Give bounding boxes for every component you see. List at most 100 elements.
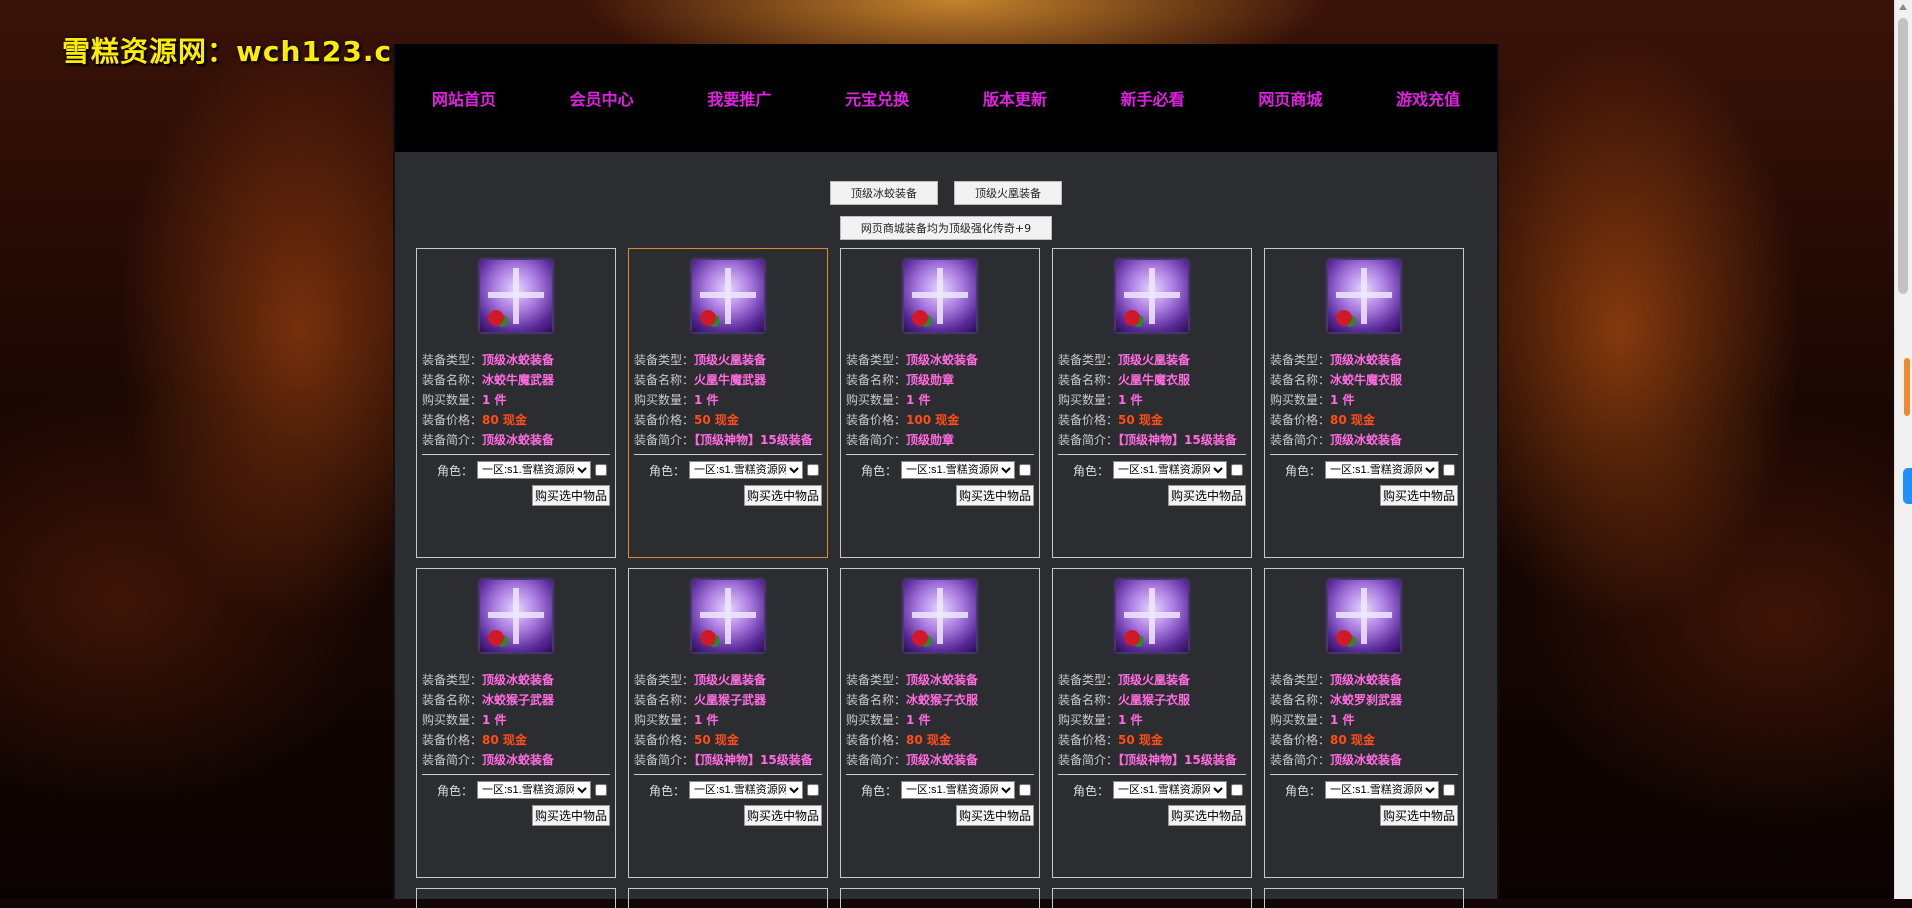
buy-selected-button[interactable]: 购买选中物品 bbox=[1167, 805, 1246, 826]
item-price-value: 50 现金 bbox=[1118, 413, 1163, 427]
item-name-row: 装备名称：冰蛟猴子衣服 bbox=[846, 690, 1039, 710]
item-price-row: 装备价格：80 现金 bbox=[1270, 410, 1463, 430]
gift-box-icon bbox=[1116, 580, 1188, 652]
item-desc-label: 装备简介： bbox=[422, 753, 483, 767]
divider bbox=[1270, 454, 1458, 455]
role-select[interactable]: 一区:s1.雪糕资源网 bbox=[901, 461, 1015, 479]
item-card: 装备类型：顶级火凰装备 装备名称：火凰牛魔武器 购买数量：1 件装备价格：50 现金… bbox=[628, 248, 828, 558]
nav-beginner-guide[interactable]: 新手必看 bbox=[1084, 86, 1222, 110]
tab-ice-dragon[interactable]: 顶级冰蛟装备 bbox=[830, 181, 938, 205]
select-checkbox[interactable] bbox=[1231, 464, 1243, 476]
item-qty-value: 1 件 bbox=[906, 393, 931, 407]
select-checkbox[interactable] bbox=[595, 464, 607, 476]
item-card: 装备类型：顶级火凰装备 装备名称：火凰猴子衣服 购买数量：1 件装备价格：50 现金… bbox=[1052, 568, 1252, 878]
divider bbox=[422, 454, 610, 455]
role-select[interactable]: 一区:s1.雪糕资源网 bbox=[689, 461, 803, 479]
role-select[interactable]: 一区:s1.雪糕资源网 bbox=[1113, 781, 1227, 799]
item-type-row: 装备类型：顶级冰蛟装备 bbox=[422, 350, 615, 370]
item-desc-row: 装备简介：顶级冰蛟装备 bbox=[846, 750, 1039, 770]
page-scrollbar[interactable] bbox=[1894, 0, 1912, 899]
item-name-label: 装备名称： bbox=[634, 373, 695, 387]
buy-selected-button[interactable]: 购买选中物品 bbox=[955, 805, 1034, 826]
item-info: 装备类型：顶级冰蛟装备 装备名称：冰蛟猴子武器 购买数量：1 件装备价格：80 现金… bbox=[422, 670, 615, 770]
nav-ingot-exchange[interactable]: 元宝兑换 bbox=[808, 86, 946, 110]
nav-member-center[interactable]: 会员中心 bbox=[533, 86, 671, 110]
item-name-value: 冰蛟牛魔武器 bbox=[482, 373, 555, 387]
nav-recharge[interactable]: 游戏充值 bbox=[1359, 86, 1497, 110]
item-name-row: 装备名称：火凰猴子武器 bbox=[634, 690, 827, 710]
role-select[interactable]: 一区:s1.雪糕资源网 bbox=[901, 781, 1015, 799]
role-select[interactable]: 一区:s1.雪糕资源网 bbox=[689, 781, 803, 799]
role-label: 角色： bbox=[1072, 783, 1109, 798]
item-qty-label: 购买数量： bbox=[422, 393, 483, 407]
select-checkbox[interactable] bbox=[1443, 464, 1455, 476]
divider bbox=[1270, 774, 1458, 775]
side-tab-orange[interactable] bbox=[1904, 358, 1910, 416]
buy-selected-button[interactable]: 购买选中物品 bbox=[743, 805, 822, 826]
item-desc-value: 顶级勋章 bbox=[906, 433, 955, 447]
select-checkbox[interactable] bbox=[807, 464, 819, 476]
role-label: 角色： bbox=[1284, 463, 1321, 478]
item-desc-row: 装备简介：【顶级神物】15级装备 bbox=[634, 750, 827, 770]
item-qty-row: 购买数量：1 件 bbox=[422, 390, 615, 410]
buy-selected-button[interactable]: 购买选中物品 bbox=[531, 805, 610, 826]
select-checkbox[interactable] bbox=[1019, 784, 1031, 796]
item-desc-row: 装备简介：顶级冰蛟装备 bbox=[1270, 750, 1463, 770]
role-label: 角色： bbox=[860, 463, 897, 478]
item-name-value: 火凰猴子衣服 bbox=[1118, 693, 1191, 707]
divider bbox=[634, 454, 822, 455]
item-qty-row: 购买数量：1 件 bbox=[634, 390, 827, 410]
buy-selected-button[interactable]: 购买选中物品 bbox=[531, 485, 610, 506]
item-price-label: 装备价格： bbox=[422, 733, 483, 747]
item-desc-label: 装备简介： bbox=[1270, 753, 1331, 767]
buy-selected-button[interactable]: 购买选中物品 bbox=[1379, 805, 1458, 826]
item-qty-label: 购买数量： bbox=[846, 713, 907, 727]
select-checkbox[interactable] bbox=[1231, 784, 1243, 796]
nav-promote[interactable]: 我要推广 bbox=[671, 86, 809, 110]
item-card-partial bbox=[1052, 888, 1252, 908]
select-checkbox[interactable] bbox=[1443, 784, 1455, 796]
scroll-thumb[interactable] bbox=[1898, 18, 1908, 294]
item-desc-value: 【顶级神物】15级装备 bbox=[1118, 433, 1237, 447]
item-info: 装备类型：顶级冰蛟装备 装备名称：冰蛟猴子衣服 购买数量：1 件装备价格：80 现金… bbox=[846, 670, 1039, 770]
item-name-label: 装备名称： bbox=[846, 693, 907, 707]
item-info: 装备类型：顶级火凰装备 装备名称：火凰牛魔武器 购买数量：1 件装备价格：50 现金… bbox=[634, 350, 827, 450]
nav-home[interactable]: 网站首页 bbox=[395, 86, 533, 110]
item-desc-row: 装备简介：【顶级神物】15级装备 bbox=[1058, 430, 1251, 450]
nav-version-update[interactable]: 版本更新 bbox=[946, 86, 1084, 110]
role-select[interactable]: 一区:s1.雪糕资源网 bbox=[477, 781, 591, 799]
item-price-value: 50 现金 bbox=[694, 413, 739, 427]
buy-selected-button[interactable]: 购买选中物品 bbox=[743, 485, 822, 506]
item-price-row: 装备价格：80 现金 bbox=[422, 730, 615, 750]
item-name-label: 装备名称： bbox=[634, 693, 695, 707]
item-card: 装备类型：顶级冰蛟装备 装备名称：冰蛟牛魔衣服 购买数量：1 件装备价格：80 现金… bbox=[1264, 248, 1464, 558]
watermark-logo: 雪糕资源网：wch123.cn bbox=[62, 35, 414, 68]
item-desc-value: 顶级冰蛟装备 bbox=[482, 753, 555, 767]
item-qty-label: 购买数量： bbox=[1270, 713, 1331, 727]
item-name-label: 装备名称： bbox=[1270, 693, 1331, 707]
role-select[interactable]: 一区:s1.雪糕资源网 bbox=[1325, 781, 1439, 799]
role-select[interactable]: 一区:s1.雪糕资源网 bbox=[477, 461, 591, 479]
item-price-value: 80 现金 bbox=[482, 733, 527, 747]
item-qty-label: 购买数量： bbox=[422, 713, 483, 727]
item-qty-value: 1 件 bbox=[694, 713, 719, 727]
role-select[interactable]: 一区:s1.雪糕资源网 bbox=[1325, 461, 1439, 479]
select-checkbox[interactable] bbox=[595, 784, 607, 796]
item-card: 装备类型：顶级冰蛟装备 装备名称：冰蛟猴子武器 购买数量：1 件装备价格：80 现金… bbox=[416, 568, 616, 878]
item-name-label: 装备名称： bbox=[422, 373, 483, 387]
scroll-up-arrow-icon[interactable] bbox=[1899, 4, 1907, 10]
role-line: 角色： 一区:s1.雪糕资源网 bbox=[417, 781, 607, 799]
buy-selected-button[interactable]: 购买选中物品 bbox=[1167, 485, 1246, 506]
item-name-value: 冰蛟牛魔衣服 bbox=[1330, 373, 1403, 387]
select-checkbox[interactable] bbox=[807, 784, 819, 796]
side-tab-blue[interactable] bbox=[1903, 468, 1912, 504]
item-card-partial bbox=[416, 888, 616, 908]
buy-selected-button[interactable]: 购买选中物品 bbox=[1379, 485, 1458, 506]
select-checkbox[interactable] bbox=[1019, 464, 1031, 476]
nav-web-shop[interactable]: 网页商城 bbox=[1222, 86, 1360, 110]
buy-selected-button[interactable]: 购买选中物品 bbox=[955, 485, 1034, 506]
item-price-row: 装备价格：50 现金 bbox=[634, 410, 827, 430]
role-select[interactable]: 一区:s1.雪糕资源网 bbox=[1113, 461, 1227, 479]
tab-fire-phoenix[interactable]: 顶级火凰装备 bbox=[954, 181, 1062, 205]
item-name-value: 冰蛟猴子武器 bbox=[482, 693, 555, 707]
